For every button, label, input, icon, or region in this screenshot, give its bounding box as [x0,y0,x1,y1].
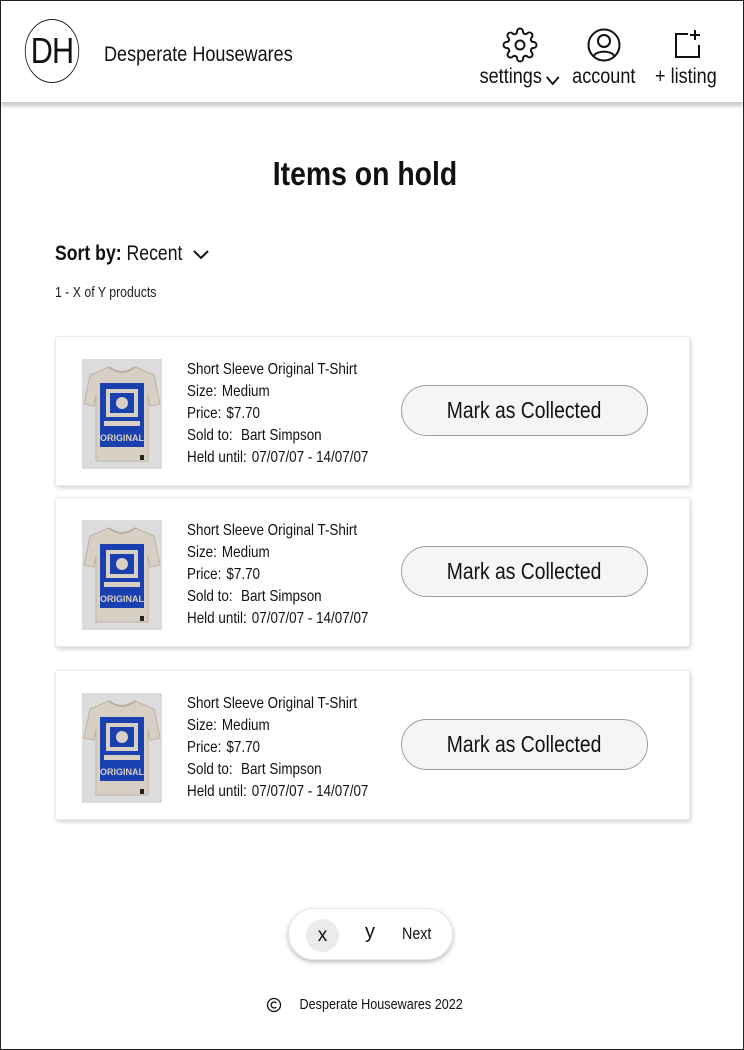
sold-to-value: Bart Simpson [240,588,322,605]
nav-account[interactable]: account [571,27,637,89]
tshirt-image: ORIGINAL [82,359,162,469]
size-value: Medium [221,717,270,734]
add-listing-icon [675,30,700,58]
nav-settings[interactable]: settings [475,27,565,89]
held-until-label: Held until: [187,783,247,800]
listing-label: + listing [655,65,717,88]
item-card: ORIGINAL Short Sleeve Original T-Shirt S… [55,497,690,647]
price-value: $7.70 [226,405,261,422]
settings-label: settings [479,65,542,88]
held-until-value: 07/07/07 - 14/07/07 [251,610,369,627]
result-count: 1 - X of Y products [55,284,157,301]
logo-text: DH [30,30,74,71]
page-other[interactable]: y [365,921,375,944]
held-until-label: Held until: [187,610,247,627]
size-label: Size: [187,383,217,400]
shirt-print-text: ORIGINAL [100,767,145,777]
user-circle-icon [587,28,621,62]
button-label: Mark as Collected [447,558,602,584]
product-name: Short Sleeve Original T-Shirt [187,522,358,539]
price-label: Price: [187,739,222,756]
sold-to-label: Sold to: [187,588,233,605]
price-label: Price: [187,405,222,422]
account-label: account [572,65,636,88]
page-title: Items on hold [272,155,458,192]
mark-as-collected-button[interactable]: Mark as Collected [401,546,648,597]
price-label: Price: [187,566,222,583]
copyright-icon [266,997,281,1012]
held-until-value: 07/07/07 - 14/07/07 [251,783,369,800]
product-name: Short Sleeve Original T-Shirt [187,361,358,378]
sold-to-value: Bart Simpson [240,427,322,444]
held-until-label: Held until: [187,449,247,466]
size-value: Medium [221,383,270,400]
footer: Desperate Housewares 2022 [0,996,744,1013]
logo[interactable]: DH [24,19,80,83]
product-image[interactable]: ORIGINAL [82,359,162,469]
chevron-down-icon [546,76,560,86]
tshirt-image: ORIGINAL [82,693,162,803]
sort-label: Sort by: [55,242,122,265]
sold-to-value: Bart Simpson [240,761,322,778]
next-page-button[interactable]: Next [402,924,431,944]
sold-to-label: Sold to: [187,761,233,778]
size-label: Size: [187,544,217,561]
mark-as-collected-button[interactable]: Mark as Collected [401,385,648,436]
product-image[interactable]: ORIGINAL [82,693,162,803]
sold-to-label: Sold to: [187,427,233,444]
tshirt-image: ORIGINAL [82,520,162,630]
button-label: Mark as Collected [447,731,602,757]
product-image[interactable]: ORIGINAL [82,520,162,630]
shirt-print-text: ORIGINAL [100,433,145,443]
sort-value: Recent [126,242,183,265]
page-current[interactable]: x [306,919,339,952]
mark-as-collected-button[interactable]: Mark as Collected [401,719,648,770]
brand-name[interactable]: Desperate Housewares [104,43,293,67]
top-header: DH Desperate Housewares settings account… [1,1,743,103]
product-name: Short Sleeve Original T-Shirt [187,695,358,712]
item-card: ORIGINAL Short Sleeve Original T-Shirt S… [55,336,690,486]
price-value: $7.70 [226,739,261,756]
footer-text: Desperate Housewares 2022 [299,996,463,1013]
sort-dropdown[interactable]: Sort by: Recent [55,242,211,266]
chevron-down-icon [193,250,209,260]
shirt-print-text: ORIGINAL [100,594,145,604]
item-card: ORIGINAL Short Sleeve Original T-Shirt S… [55,670,690,820]
size-value: Medium [221,544,270,561]
nav-add-listing[interactable]: + listing [651,27,721,89]
button-label: Mark as Collected [447,397,602,423]
pagination: x y Next [288,908,453,960]
size-label: Size: [187,717,217,734]
gear-icon [502,27,538,63]
price-value: $7.70 [226,566,261,583]
held-until-value: 07/07/07 - 14/07/07 [251,449,369,466]
